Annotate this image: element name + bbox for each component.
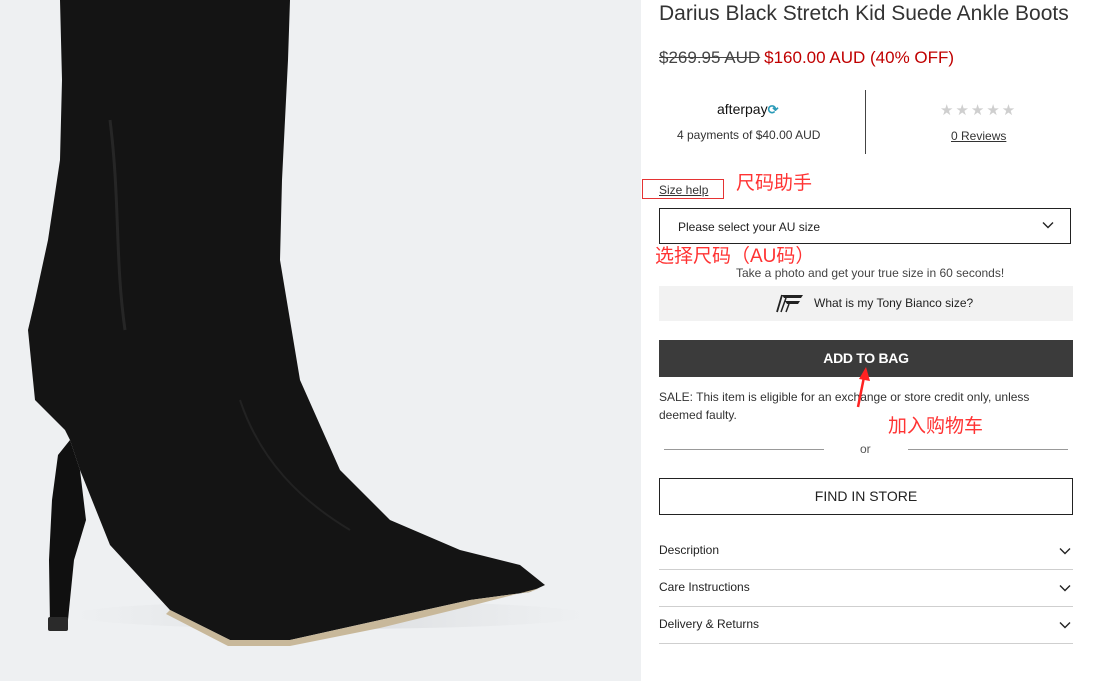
- size-select[interactable]: Please select your AU size: [659, 208, 1071, 244]
- sale-price: $160.00 AUD (40% OFF): [764, 48, 955, 67]
- afterpay-logo-text: afterpay: [717, 101, 768, 117]
- chevron-down-icon: [1059, 585, 1071, 592]
- original-price: $269.95 AUD: [659, 48, 761, 67]
- price-row: $269.95 AUD $160.00 AUD (40% OFF): [659, 48, 954, 68]
- annotation-select-size: 选择尺码（AU码）: [655, 246, 815, 267]
- tony-bianco-logo-icon: [776, 294, 803, 313]
- size-help-link[interactable]: Size help: [659, 183, 708, 197]
- annotation-add-to-bag: 加入购物车: [888, 416, 984, 437]
- accordion-label: Delivery & Returns: [659, 617, 760, 631]
- or-separator: or: [860, 442, 871, 456]
- reviews-link[interactable]: 0 Reviews: [951, 129, 1006, 143]
- divider: [908, 449, 1068, 450]
- afterpay-arrows-icon: ⟳: [767, 102, 779, 117]
- tony-bianco-size-button[interactable]: What is my Tony Bianco size?: [659, 286, 1073, 321]
- chevron-down-icon: [1059, 548, 1071, 555]
- accordion-description[interactable]: Description: [659, 533, 1073, 570]
- size-select-placeholder: Please select your AU size: [678, 220, 821, 234]
- rating-stars-icon: ★★★★★: [940, 102, 1018, 119]
- product-title: Darius Black Stretch Kid Suede Ankle Boo…: [659, 2, 1069, 25]
- chevron-down-icon: [1059, 622, 1071, 629]
- tony-bianco-size-label: What is my Tony Bianco size?: [814, 296, 974, 310]
- chevron-down-icon: [1042, 222, 1054, 229]
- boot-illustration: [28, 0, 590, 646]
- divider: [664, 449, 824, 450]
- afterpay-logo: afterpay⟳: [717, 101, 779, 118]
- annotation-size-help: 尺码助手: [736, 173, 813, 194]
- annotation-arrow-icon: [856, 367, 870, 408]
- afterpay-installments: 4 payments of $40.00 AUD: [677, 128, 821, 142]
- product-image: [0, 0, 641, 681]
- accordion-delivery-returns[interactable]: Delivery & Returns: [659, 607, 1073, 644]
- accordion-care-instructions[interactable]: Care Instructions: [659, 570, 1073, 607]
- accordion-label: Care Instructions: [659, 580, 750, 594]
- accordion-label: Description: [659, 543, 720, 557]
- divider: [865, 90, 866, 154]
- find-in-store-button[interactable]: FIND IN STORE: [659, 478, 1073, 515]
- photo-size-text: Take a photo and get your true size in 6…: [736, 266, 1005, 280]
